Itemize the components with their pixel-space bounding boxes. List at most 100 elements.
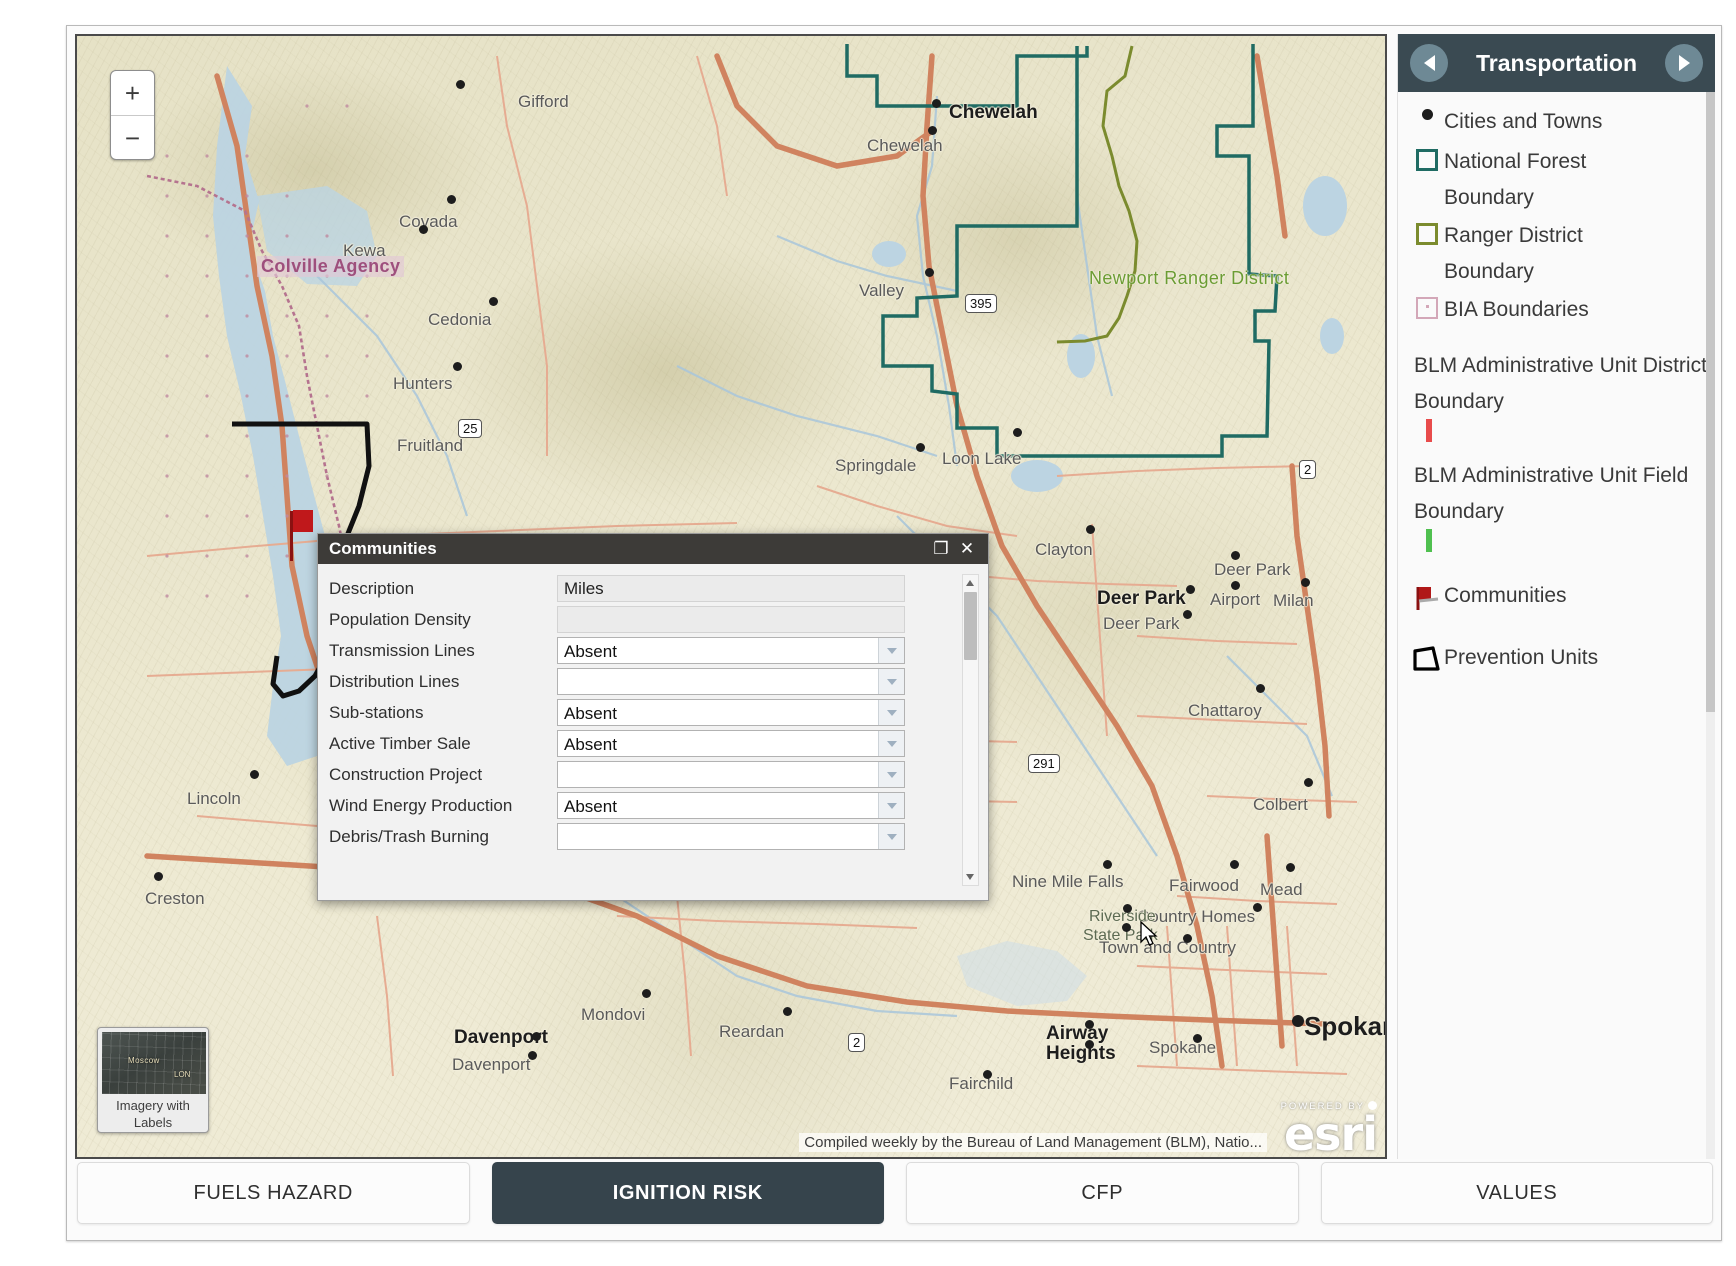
square-outline-icon <box>1416 223 1438 245</box>
map-place-marker[interactable] <box>1085 1020 1094 1029</box>
legend-item[interactable]: Communities <box>1410 578 1715 618</box>
field-readonly-input[interactable] <box>557 606 905 633</box>
field-value-wrapper <box>557 823 905 850</box>
map-place-marker[interactable] <box>1085 1040 1094 1049</box>
chevron-down-icon[interactable] <box>878 669 904 694</box>
tab-values[interactable]: VALUES <box>1321 1162 1714 1224</box>
communities-popup-dialog[interactable]: Communities ❐ ✕ Description Population De… <box>317 533 989 901</box>
map-place-marker[interactable] <box>1013 428 1022 437</box>
map-place-marker[interactable] <box>925 268 934 277</box>
zoom-out-button[interactable]: − <box>111 116 154 161</box>
legend-prev-button[interactable] <box>1410 44 1448 82</box>
chevron-down-icon[interactable] <box>878 700 904 725</box>
map-container[interactable]: GiffordChewelahChewelahCovadaKewaCedonia… <box>75 34 1387 1159</box>
chevron-down-icon[interactable] <box>878 638 904 663</box>
field-dropdown[interactable]: Absent <box>557 637 905 664</box>
scroll-up-arrow-icon[interactable] <box>963 575 978 590</box>
scrollbar-thumb[interactable] <box>964 592 977 660</box>
dialog-field-row: Active Timber SaleAbsent <box>329 728 988 759</box>
map-place-marker[interactable] <box>1231 581 1240 590</box>
field-dropdown[interactable]: Absent <box>557 792 905 819</box>
map-place-marker[interactable] <box>983 1070 992 1079</box>
legend-item[interactable]: Cities and Towns <box>1410 104 1715 142</box>
legend-next-button[interactable] <box>1665 44 1703 82</box>
legend-item[interactable]: Prevention Units <box>1410 640 1715 678</box>
map-place-marker[interactable] <box>1103 860 1112 869</box>
field-label: Description <box>329 579 557 599</box>
map-place-marker[interactable] <box>154 872 163 881</box>
map-place-marker[interactable] <box>528 1051 537 1060</box>
field-dropdown[interactable]: Absent <box>557 730 905 757</box>
map-place-marker[interactable] <box>489 297 498 306</box>
tab-cfp[interactable]: CFP <box>906 1162 1299 1224</box>
map-place-marker[interactable] <box>1304 778 1313 787</box>
map-place-marker[interactable] <box>1122 923 1131 932</box>
map-place-marker[interactable] <box>1292 1015 1304 1027</box>
field-label: Population Density <box>329 610 557 630</box>
legend-spacer <box>1410 552 1715 578</box>
map-place-marker[interactable] <box>1231 551 1240 560</box>
tab-fuels-hazard[interactable]: FUELS HAZARD <box>77 1162 470 1224</box>
chevron-down-icon[interactable] <box>878 731 904 756</box>
legend-item-label: Prevention Units <box>1444 640 1598 676</box>
field-dropdown[interactable]: Absent <box>557 699 905 726</box>
legend-panel: Transportation Cities and TownsNational … <box>1397 34 1715 1159</box>
ranger-district-boundary <box>1057 46 1137 342</box>
legend-item[interactable]: National Forest Boundary <box>1410 144 1715 216</box>
field-dropdown[interactable] <box>557 823 905 850</box>
map-place-marker[interactable] <box>932 99 941 108</box>
dialog-scrollbar[interactable] <box>962 574 979 886</box>
tab-ignition-risk[interactable]: IGNITION RISK <box>492 1162 885 1224</box>
chevron-down-icon[interactable] <box>878 762 904 787</box>
field-readonly-input[interactable] <box>557 575 905 602</box>
dialog-titlebar[interactable]: Communities ❐ ✕ <box>318 534 988 564</box>
zoom-in-button[interactable]: + <box>111 71 154 116</box>
map-place-marker[interactable] <box>642 989 651 998</box>
legend-group[interactable]: BLM Administrative Unit District Boundar… <box>1414 348 1715 440</box>
dialog-title: Communities <box>329 539 928 559</box>
map-place-marker[interactable] <box>1123 904 1132 913</box>
field-dropdown[interactable] <box>557 668 905 695</box>
map-zoom-controls[interactable]: + − <box>110 70 155 160</box>
legend-group[interactable]: BLM Administrative Unit Field Boundary <box>1414 458 1715 550</box>
map-place-marker[interactable] <box>1230 860 1239 869</box>
map-place-marker[interactable] <box>1193 1034 1202 1043</box>
map-place-marker[interactable] <box>532 1032 541 1041</box>
dialog-field-row: Description <box>329 573 988 604</box>
legend-scrollbar[interactable] <box>1706 92 1715 1159</box>
legend-item[interactable]: Ranger District Boundary <box>1410 218 1715 290</box>
map-place-marker[interactable] <box>1183 934 1192 943</box>
scroll-down-arrow-icon[interactable] <box>963 870 978 885</box>
close-icon[interactable]: ✕ <box>954 539 980 559</box>
legend-item-label: BIA Boundaries <box>1444 292 1589 328</box>
map-place-marker[interactable] <box>1301 578 1310 587</box>
map-place-marker[interactable] <box>928 126 937 135</box>
map-place-marker[interactable] <box>916 443 925 452</box>
map-place-marker[interactable] <box>783 1007 792 1016</box>
legend-item-label: Ranger District Boundary <box>1444 218 1674 290</box>
map-place-marker[interactable] <box>453 362 462 371</box>
map-place-marker[interactable] <box>419 225 428 234</box>
chevron-down-icon[interactable] <box>878 793 904 818</box>
legend-item[interactable]: BIA Boundaries <box>1410 292 1715 330</box>
legend-scrollbar-thumb[interactable] <box>1706 92 1715 712</box>
maximize-icon[interactable]: ❐ <box>928 539 954 559</box>
legend-item-label: Cities and Towns <box>1444 104 1602 140</box>
esri-wordmark: esri <box>1281 1111 1377 1157</box>
basemap-switcher[interactable]: Moscow LON Imagery with Labels <box>97 1027 209 1133</box>
field-dropdown[interactable] <box>557 761 905 788</box>
map-place-marker[interactable] <box>1286 863 1295 872</box>
square-outline-icon <box>1416 149 1438 171</box>
map-place-marker[interactable] <box>1253 903 1262 912</box>
map-place-marker[interactable] <box>447 195 456 204</box>
dialog-field-row: Transmission LinesAbsent <box>329 635 988 666</box>
map-place-marker[interactable] <box>1186 585 1195 594</box>
map-place-marker[interactable] <box>1256 684 1265 693</box>
map-place-marker[interactable] <box>1183 610 1192 619</box>
map-place-marker[interactable] <box>456 80 465 89</box>
map-place-marker[interactable] <box>250 770 259 779</box>
point-dot-icon <box>1422 109 1433 120</box>
chevron-down-icon[interactable] <box>878 824 904 849</box>
legend-symbol <box>1410 104 1444 120</box>
map-place-marker[interactable] <box>1086 525 1095 534</box>
